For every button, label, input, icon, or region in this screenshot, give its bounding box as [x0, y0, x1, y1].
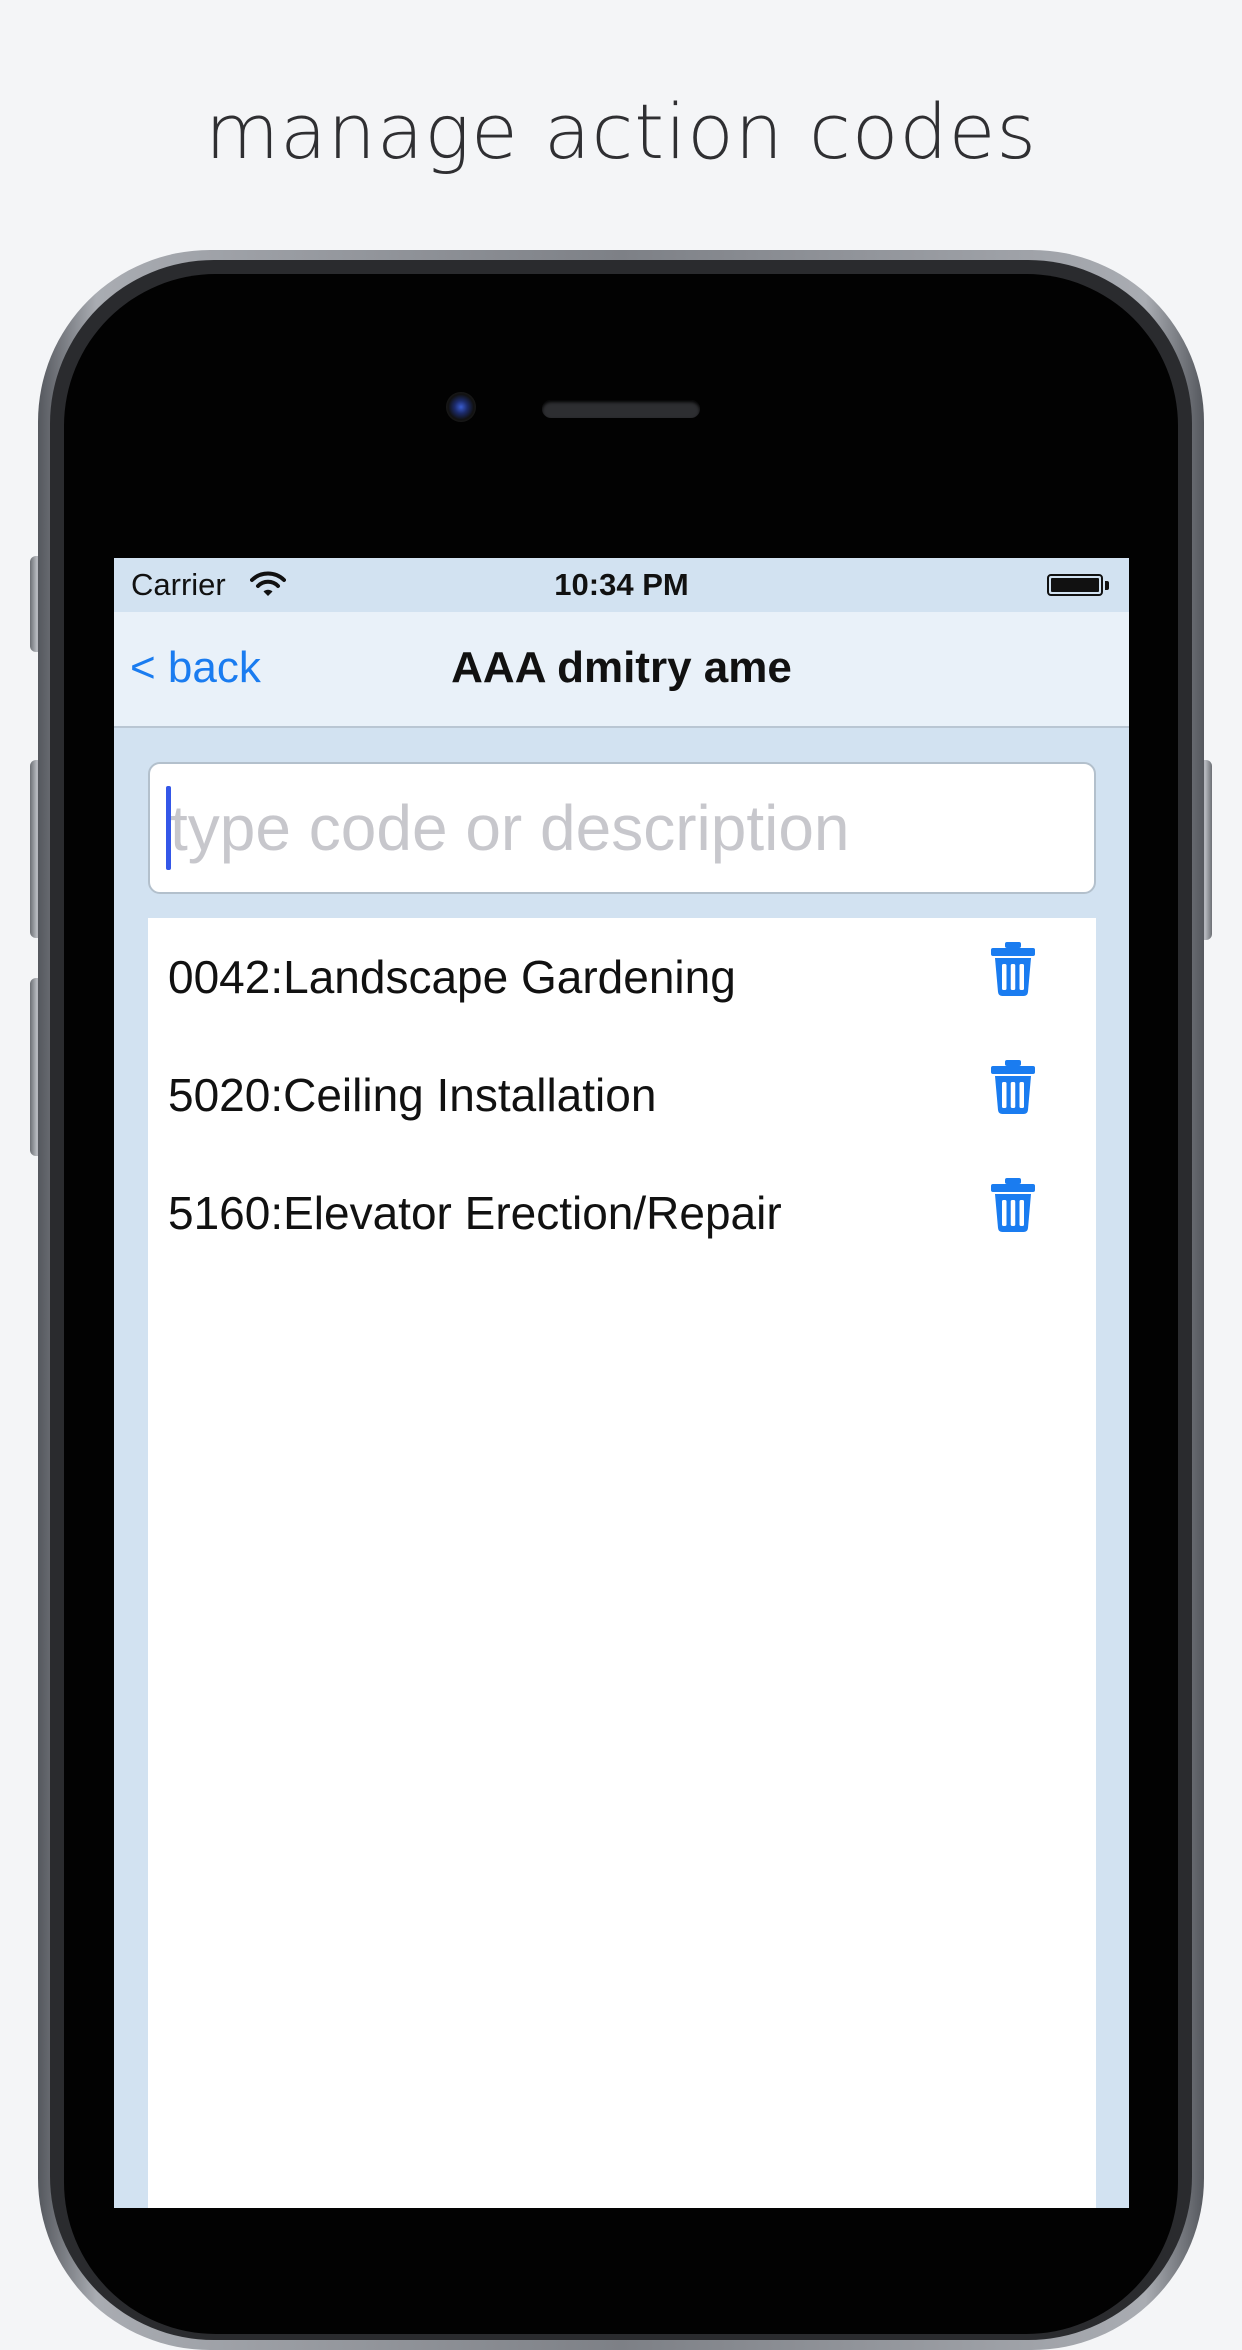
page-title: AAA dmitry ame: [451, 643, 792, 692]
search-input[interactable]: [166, 788, 1070, 868]
trash-icon[interactable]: [990, 1060, 1036, 1114]
status-time: 10:34 PM: [554, 567, 689, 602]
trash-icon[interactable]: [990, 1178, 1036, 1232]
text-cursor: [166, 786, 171, 870]
front-camera: [446, 392, 476, 422]
battery-tip: [1105, 581, 1109, 590]
action-code-label: 5020:Ceiling Installation: [168, 1069, 657, 1121]
battery-icon: [1047, 574, 1103, 596]
app-screen: Carrier 10:34 PM < back AAA dmitry ame 0…: [114, 558, 1129, 2208]
list-item[interactable]: 5020:Ceiling Installation: [148, 1036, 1096, 1154]
marketing-headline: manage action codes: [205, 87, 1037, 176]
search-field[interactable]: [148, 762, 1096, 894]
action-code-label: 0042:Landscape Gardening: [168, 951, 736, 1003]
earpiece-speaker: [542, 400, 700, 418]
trash-icon[interactable]: [990, 942, 1036, 996]
list-item[interactable]: 0042:Landscape Gardening: [148, 918, 1096, 1036]
action-code-list: 0042:Landscape Gardening 5020:Ceiling In…: [148, 918, 1096, 2208]
navigation-bar: < back AAA dmitry ame: [114, 612, 1129, 728]
status-bar: Carrier 10:34 PM: [114, 558, 1129, 612]
list-item[interactable]: 5160:Elevator Erection/Repair: [148, 1154, 1096, 1272]
battery-level: [1051, 578, 1099, 592]
action-code-label: 5160:Elevator Erection/Repair: [168, 1187, 782, 1239]
